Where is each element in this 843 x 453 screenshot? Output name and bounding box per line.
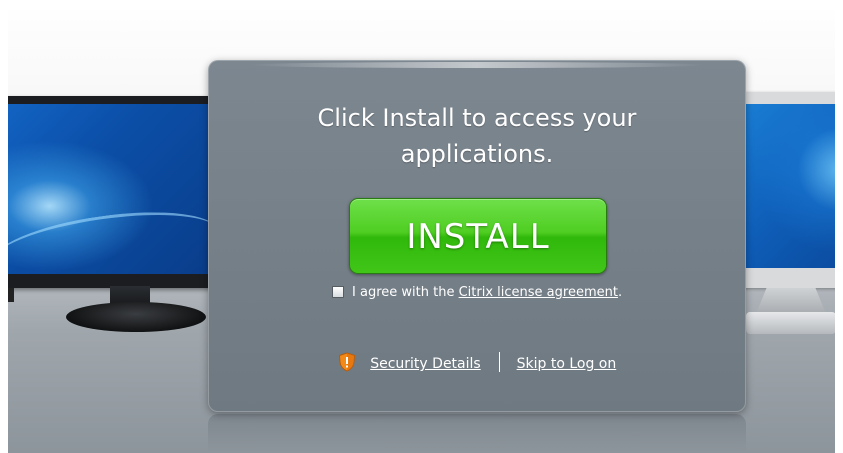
- background-scene: Click Install to access your application…: [0, 0, 843, 453]
- install-panel: Click Install to access your application…: [208, 60, 746, 412]
- left-monitor-image: [0, 96, 224, 295]
- link-separator: [499, 352, 501, 372]
- security-details-link[interactable]: Security Details: [370, 356, 480, 372]
- install-button[interactable]: INSTALL: [349, 198, 607, 274]
- right-margin: [835, 0, 843, 453]
- license-agreement-link[interactable]: Citrix license agreement: [459, 285, 618, 300]
- right-monitor-screen: [738, 104, 843, 268]
- agree-prefix-text: I agree with the: [352, 285, 455, 300]
- skip-to-log-on-link[interactable]: Skip to Log on: [517, 356, 617, 372]
- shield-warning-icon: [338, 352, 356, 378]
- license-agree-checkbox[interactable]: [331, 286, 344, 298]
- right-monitor-base: [746, 312, 836, 334]
- panel-heading: Click Install to access your application…: [317, 104, 637, 168]
- bottom-links: Security Details Skip to Log on: [208, 352, 746, 378]
- panel-reflection: [208, 414, 746, 453]
- agree-suffix-text: .: [617, 285, 623, 300]
- license-agreement-row: I agree with the Citrix license agreemen…: [208, 284, 746, 302]
- right-monitor-stand: [756, 288, 826, 314]
- left-monitor-base: [66, 302, 206, 332]
- top-margin: [0, 0, 843, 10]
- left-margin: [0, 0, 8, 453]
